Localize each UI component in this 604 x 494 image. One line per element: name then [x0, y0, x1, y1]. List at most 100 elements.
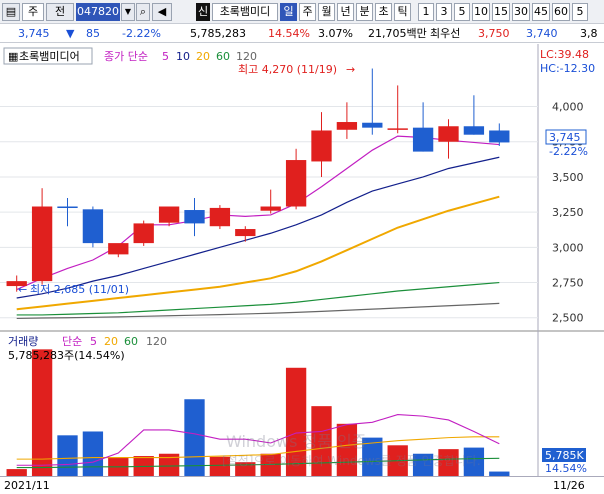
ask-price: 3,750: [478, 27, 510, 40]
ma5-label: 5: [162, 50, 169, 63]
change-amount: 85: [86, 27, 100, 40]
high-arrow-icon: →: [346, 63, 355, 76]
volume-bar: [285, 367, 307, 476]
period-button-4[interactable]: 분: [356, 3, 373, 21]
candle-body: [158, 206, 180, 223]
candle-body: [260, 206, 281, 211]
vol-ma60-label: 60: [124, 335, 138, 348]
bid-price: 3,740: [526, 27, 558, 40]
volume-bar: [311, 406, 332, 476]
volume-bar: [31, 349, 53, 476]
vol-ma20-label: 20: [104, 335, 118, 348]
volume-bar: [209, 456, 231, 476]
extra-price: 3,8: [580, 27, 598, 40]
date-axis: 2021/11 11/26: [0, 476, 604, 494]
last-price: 3,745: [549, 131, 581, 144]
vol-ma5-label: 5: [90, 335, 97, 348]
current-price: 3,745: [18, 27, 50, 40]
candle-body: [336, 122, 358, 130]
volume-bar: [438, 449, 459, 476]
last-volume-pct: 14.54%: [545, 462, 587, 475]
interval-button-8[interactable]: 5: [572, 3, 588, 21]
speaker-icon[interactable]: ◀: [152, 3, 172, 21]
quote-bar: 3,745 ▼ 85 -2.22% 5,785,283 14.54% 3.07%…: [0, 25, 604, 43]
interval-button-1[interactable]: 3: [436, 3, 452, 21]
candle-body: [209, 207, 231, 227]
interval-button-5[interactable]: 30: [512, 3, 530, 21]
down-arrow-icon: ▼: [66, 27, 75, 40]
lc-label: LC:39.48: [540, 48, 589, 61]
search-icon[interactable]: ⌕: [136, 3, 150, 21]
volume-bar: [412, 453, 434, 476]
candle-body: [31, 206, 53, 282]
candle-body: [285, 160, 307, 207]
ma120-label: 120: [236, 50, 257, 63]
volume-panel-name: 거래량: [8, 335, 38, 348]
date-start: 2021/11: [4, 479, 50, 492]
period-button-3[interactable]: 년: [337, 3, 354, 21]
volume-info: 5,785,283주(14.54%): [8, 349, 125, 362]
volume-bar: [82, 431, 104, 476]
hc-label: HC:-12.30: [540, 62, 595, 75]
change-percent: -2.22%: [122, 27, 161, 40]
interval-button-0[interactable]: 1: [418, 3, 434, 21]
code-input[interactable]: 047820: [76, 3, 120, 21]
trade-amount: 21,705백만: [368, 27, 427, 40]
date-end: 11/26: [553, 479, 585, 492]
candle-body: [133, 223, 154, 244]
period-button-5[interactable]: 초: [375, 3, 392, 21]
interval-button-4[interactable]: 15: [492, 3, 510, 21]
ratio-value: 3.07%: [318, 27, 353, 40]
interval-button-6[interactable]: 45: [532, 3, 550, 21]
candle-body: [438, 126, 459, 142]
interval-button-7[interactable]: 60: [552, 3, 570, 21]
volume-value: 5,785,283: [190, 27, 246, 40]
candle-body: [108, 243, 129, 255]
candle-body: [57, 206, 78, 209]
price-tick-label: 3,000: [552, 241, 584, 254]
price-tick-label: 2,750: [552, 277, 584, 290]
candle-body: [463, 126, 485, 135]
low-note: 최저 2,685 (11/01): [30, 283, 129, 296]
period-button-2[interactable]: 월: [318, 3, 335, 21]
price-tick-label: 2,500: [552, 312, 584, 325]
price-tick-label: 3,500: [552, 171, 584, 184]
sin-label: 신: [196, 3, 210, 21]
stock-name-field[interactable]: 초록뱀미디: [212, 3, 278, 21]
volume-bar: [6, 469, 27, 476]
candle-body: [387, 128, 408, 130]
period-button-1[interactable]: 주: [299, 3, 316, 21]
type-select[interactable]: 주: [22, 3, 44, 21]
high-note: 최고 4,270 (11/19): [238, 63, 337, 76]
candle-body: [362, 122, 383, 128]
candle-body: [412, 127, 434, 152]
turnover-percent: 14.54%: [268, 27, 310, 40]
price-tick-label: 3,250: [552, 206, 584, 219]
dropdown-icon[interactable]: ▼: [121, 3, 135, 21]
stock-chart[interactable]: 4,0003,7503,5003,2503,0002,7502,500150,0…: [0, 44, 604, 476]
ma60-label: 60: [216, 50, 230, 63]
best-label: 최우선: [430, 27, 461, 40]
vol-ma120-label: 120: [146, 335, 167, 348]
candle-body: [489, 130, 510, 143]
last-change: -2.22%: [549, 145, 588, 158]
period-button-0[interactable]: 일: [280, 3, 297, 21]
volume-bar: [57, 435, 78, 476]
ma-label: 종가 단순: [104, 50, 148, 63]
prefix-label: 전: [46, 3, 74, 21]
price-panel-name: 초록뱀미디어: [19, 50, 80, 63]
interval-button-2[interactable]: 5: [454, 3, 470, 21]
candle-body: [311, 130, 332, 162]
interval-button-3[interactable]: 10: [472, 3, 490, 21]
settings-icon[interactable]: ▦: [8, 50, 18, 63]
price-tick-label: 4,000: [552, 101, 584, 114]
candle-body: [184, 210, 205, 224]
candle-body: [82, 209, 104, 244]
period-button-6[interactable]: 틱: [394, 3, 411, 21]
menu-icon[interactable]: ▤: [2, 3, 20, 21]
ma10-label: 10: [176, 50, 190, 63]
volume-bar: [336, 423, 358, 476]
ma20-label: 20: [196, 50, 210, 63]
toolbar: ▤ 주 전 047820 ▼ ⌕ ◀ 신 초록뱀미디 일주월년분초틱 1 3 5 10…: [0, 0, 604, 24]
last-volume: 5,785K: [545, 449, 584, 462]
